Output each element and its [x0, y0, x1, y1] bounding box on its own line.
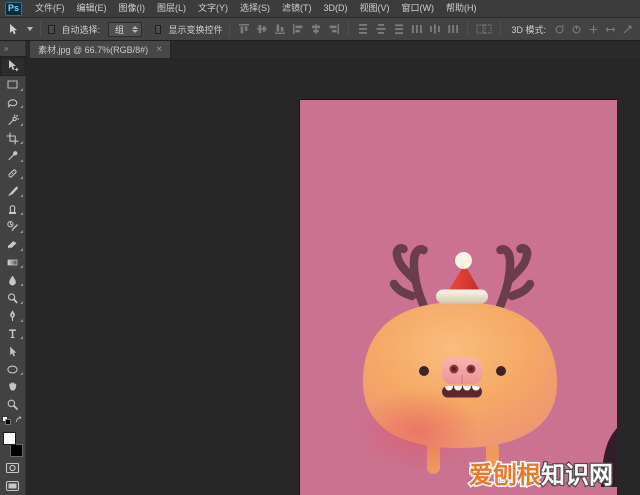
zoom-tool[interactable]	[0, 396, 26, 414]
3d-mode-label: 3D 模式:	[511, 24, 546, 35]
distribute-vertical-centers-icon[interactable]	[374, 23, 388, 35]
align-left-edges-icon[interactable]	[291, 23, 305, 35]
menu-file[interactable]: 文件(F)	[29, 0, 71, 17]
3d-slide-icon[interactable]	[604, 24, 617, 35]
quick-selection-tool[interactable]	[0, 111, 26, 129]
divider	[40, 21, 41, 37]
tool-preset-move-icon[interactable]	[6, 23, 20, 35]
3d-drag-icon[interactable]	[587, 24, 600, 35]
menu-filter[interactable]: 滤镜(T)	[276, 0, 318, 17]
menu-edit[interactable]: 编辑(E)	[71, 0, 113, 17]
canvas-pasteboard: 爱刨根知识网	[26, 58, 640, 495]
distribute-buttons	[356, 23, 460, 35]
auto-select-value: 组	[115, 24, 125, 35]
watermark: 爱刨根知识网	[469, 461, 613, 489]
photoshop-window: Ps 文件(F) 编辑(E) 图像(I) 图层(L) 文字(Y) 选择(S) 滤…	[0, 0, 640, 495]
divider	[467, 21, 469, 37]
menu-3d[interactable]: 3D(D)	[318, 0, 354, 17]
tool-options-bar: 自动选择: 组 显示变换控件 3D 模式:	[0, 18, 640, 41]
left-eye	[419, 366, 429, 376]
3d-rotate-icon[interactable]	[553, 24, 566, 35]
divider	[348, 21, 350, 37]
3d-scale-icon[interactable]	[621, 24, 634, 35]
toolbar-collapse-button[interactable]: »	[0, 41, 25, 56]
menu-window[interactable]: 窗口(W)	[396, 0, 441, 17]
hand-tool[interactable]	[0, 378, 26, 396]
swap-colors-icon[interactable]	[15, 412, 24, 430]
crop-tool[interactable]	[0, 129, 26, 147]
brush-tool[interactable]	[0, 182, 26, 200]
3d-roll-icon[interactable]	[570, 24, 583, 35]
menu-bar: Ps 文件(F) 编辑(E) 图像(I) 图层(L) 文字(Y) 选择(S) 滤…	[0, 0, 640, 18]
auto-select-dropdown[interactable]: 组	[108, 21, 142, 37]
santa-hat	[436, 252, 488, 304]
menu-select[interactable]: 选择(S)	[234, 0, 276, 17]
document-area: 素材.jpg @ 66.7%(RGB/8#) × 爱刨根知识网	[26, 41, 640, 495]
tab-close-icon[interactable]: ×	[156, 44, 162, 55]
align-buttons	[237, 23, 341, 35]
path-selection-tool[interactable]	[0, 342, 26, 360]
quick-mask-button[interactable]	[0, 459, 26, 477]
divider	[500, 21, 502, 37]
auto-select-label: 自动选择:	[61, 24, 101, 35]
menu-help[interactable]: 帮助(H)	[440, 0, 483, 17]
foreground-color-swatch[interactable]	[2, 431, 16, 445]
auto-select-checkbox[interactable]	[48, 24, 55, 34]
menu-type[interactable]: 文字(Y)	[192, 0, 234, 17]
horizontal-type-tool[interactable]	[0, 325, 26, 343]
tools-panel: »	[0, 41, 26, 495]
ellipse-shape-tool[interactable]	[0, 360, 26, 378]
blur-tool[interactable]	[0, 271, 26, 289]
spot-healing-brush-tool[interactable]	[0, 165, 26, 183]
document-tab[interactable]: 素材.jpg @ 66.7%(RGB/8#) ×	[30, 41, 172, 58]
dodge-tool[interactable]	[0, 289, 26, 307]
rectangular-marquee-tool[interactable]	[0, 76, 26, 94]
background-color-swatch[interactable]	[9, 444, 23, 458]
photoshop-logo-icon: Ps	[5, 1, 22, 16]
lasso-tool[interactable]	[0, 94, 26, 112]
gradient-tool[interactable]	[0, 254, 26, 272]
color-controls	[1, 416, 24, 427]
align-horizontal-centers-icon[interactable]	[309, 23, 323, 35]
auto-align-layers-icon[interactable]	[475, 23, 493, 35]
tool-preset-dropdown-icon[interactable]	[27, 27, 33, 31]
menu-view[interactable]: 视图(V)	[354, 0, 396, 17]
eyedropper-tool[interactable]	[0, 147, 26, 165]
show-transform-checkbox[interactable]	[154, 24, 162, 34]
document-tab-title: 素材.jpg @ 66.7%(RGB/8#)	[38, 45, 149, 55]
distribute-left-edges-icon[interactable]	[410, 23, 424, 35]
3d-mode-buttons	[553, 24, 634, 35]
show-transform-label: 显示变换控件	[168, 24, 223, 35]
align-right-edges-icon[interactable]	[327, 23, 341, 35]
dropdown-arrows-icon	[131, 25, 138, 33]
watermark-right: 知识网	[541, 462, 613, 489]
document-tab-bar: 素材.jpg @ 66.7%(RGB/8#) ×	[26, 41, 640, 58]
canvas-image[interactable]: 爱刨根知识网	[300, 100, 617, 495]
screen-mode-button[interactable]	[0, 477, 26, 495]
color-swatches	[2, 430, 23, 458]
pen-tool[interactable]	[0, 307, 26, 325]
divider	[229, 21, 231, 37]
snout	[442, 358, 482, 384]
default-colors-icon[interactable]	[1, 412, 11, 430]
eraser-tool[interactable]	[0, 236, 26, 254]
watermark-left: 爱刨根	[469, 461, 541, 489]
distribute-bottom-edges-icon[interactable]	[392, 23, 406, 35]
right-eye	[496, 366, 506, 376]
align-vertical-centers-icon[interactable]	[255, 23, 269, 35]
menu-layer[interactable]: 图层(L)	[151, 0, 192, 17]
align-top-edges-icon[interactable]	[237, 23, 251, 35]
menu-image[interactable]: 图像(I)	[113, 0, 152, 17]
align-bottom-edges-icon[interactable]	[273, 23, 287, 35]
history-brush-tool[interactable]	[0, 218, 26, 236]
distribute-top-edges-icon[interactable]	[356, 23, 370, 35]
clone-stamp-tool[interactable]	[0, 200, 26, 218]
move-tool[interactable]	[0, 56, 26, 76]
distribute-right-edges-icon[interactable]	[446, 23, 460, 35]
distribute-horizontal-centers-icon[interactable]	[428, 23, 442, 35]
